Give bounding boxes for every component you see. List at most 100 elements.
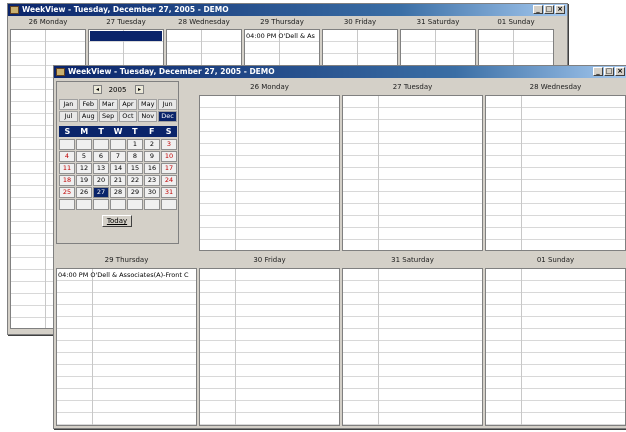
front-day-pane[interactable]: 04:00 PM O'Dell & Associates(A)-Front C	[56, 268, 197, 426]
front-day-pane[interactable]	[199, 268, 340, 426]
month-cell[interactable]: Mar	[98, 99, 118, 110]
back-title-bar[interactable]: WeekView - Tuesday, December 27, 2005 - …	[8, 4, 567, 16]
weekday-label: S	[64, 127, 71, 136]
month-cell[interactable]: Jul	[59, 111, 78, 122]
front-day-pane[interactable]	[342, 268, 483, 426]
weekday-label: T	[132, 127, 138, 136]
calendar-year: 2005	[108, 86, 127, 94]
today-button[interactable]: Today	[102, 215, 132, 227]
day-cell[interactable]: 26	[76, 187, 92, 198]
front-day-header: 27 Tuesday	[342, 82, 483, 93]
close-button[interactable]: ×	[615, 67, 625, 76]
day-cell[interactable]: 12	[76, 163, 92, 174]
empty-day-cell	[110, 199, 126, 210]
month-cell[interactable]: Feb	[78, 99, 98, 110]
minimize-button[interactable]: _	[533, 5, 543, 14]
month-cell[interactable]: Apr	[118, 99, 138, 110]
day-cell[interactable]: 18	[59, 175, 75, 186]
time-column	[57, 269, 93, 425]
day-cell[interactable]: 15	[127, 163, 143, 174]
front-day-header: 26 Monday	[199, 82, 340, 93]
day-cell[interactable]: 14	[110, 163, 126, 174]
day-cell[interactable]: 19	[76, 175, 92, 186]
day-cell[interactable]: 25	[59, 187, 75, 198]
day-cell[interactable]: 1	[127, 139, 143, 150]
front-day-header: 01 Sunday	[485, 255, 626, 266]
day-cell[interactable]: 5	[76, 151, 92, 162]
front-day-pane[interactable]	[485, 95, 626, 251]
day-cell[interactable]: 16	[144, 163, 160, 174]
day-cell[interactable]: 28	[110, 187, 126, 198]
day-cell[interactable]: 6	[93, 151, 109, 162]
month-cell[interactable]: Dec	[158, 111, 177, 122]
weekday-label: W	[113, 127, 123, 136]
appointment-event[interactable]: 04:00 PM O'Dell & As	[246, 32, 318, 41]
back-day-header: 29 Thursday	[244, 17, 320, 28]
maximize-button[interactable]: □	[544, 5, 554, 14]
month-cell[interactable]: Jan	[59, 99, 78, 110]
appointment-event[interactable]: 04:00 PM O'Dell & Associates(A)-Front C	[58, 271, 196, 280]
day-cell[interactable]: 29	[127, 187, 143, 198]
day-cell[interactable]: 22	[127, 175, 143, 186]
front-title-bar[interactable]: WeekView - Tuesday, December 27, 2005 - …	[54, 66, 626, 78]
day-cell[interactable]: 2	[144, 139, 160, 150]
month-cell[interactable]: Nov	[138, 111, 158, 122]
front-day-pane[interactable]	[342, 95, 483, 251]
next-year-arrow-icon[interactable]: ▸	[135, 85, 144, 94]
time-column	[11, 30, 46, 328]
day-cell[interactable]: 4	[59, 151, 75, 162]
day-cell[interactable]: 27	[93, 187, 109, 198]
weekday-label: S	[165, 127, 172, 136]
time-column	[200, 269, 236, 425]
month-cell[interactable]: Oct	[118, 111, 138, 122]
time-column	[343, 96, 379, 250]
time-column	[200, 96, 236, 250]
front-day-header: 28 Wednesday	[485, 82, 626, 93]
day-cell[interactable]: 24	[161, 175, 177, 186]
back-day-header: 31 Saturday	[400, 17, 476, 28]
day-cell[interactable]: 23	[144, 175, 160, 186]
month-cell[interactable]: Sep	[98, 111, 118, 122]
day-cell[interactable]: 31	[161, 187, 177, 198]
front-day-pane[interactable]	[199, 95, 340, 251]
back-day-header: 30 Friday	[322, 17, 398, 28]
weekday-label: F	[148, 127, 155, 136]
month-grid: Jan Feb Mar Apr May Jun Jul Aug Sep Oct Nov Dec	[59, 99, 177, 122]
day-cell[interactable]: 3	[161, 139, 177, 150]
day-cell[interactable]: 30	[144, 187, 160, 198]
front-day-pane[interactable]	[485, 268, 626, 426]
selected-day-block[interactable]	[90, 31, 162, 41]
empty-day-cell	[144, 199, 160, 210]
front-window-title: WeekView - Tuesday, December 27, 2005 - …	[68, 67, 275, 76]
day-cell[interactable]: 13	[93, 163, 109, 174]
day-cell[interactable]: 9	[144, 151, 160, 162]
month-cell[interactable]: Aug	[78, 111, 98, 122]
weekday-header: SMTWTFS	[59, 126, 177, 137]
mini-calendar: ◂ 2005 ▸ Jan Feb Mar Apr May Jun Jul Aug Sep Oct N…	[56, 81, 179, 244]
maximize-button[interactable]: □	[604, 67, 614, 76]
empty-day-cell	[76, 199, 92, 210]
time-column	[486, 269, 522, 425]
front-day-header: 30 Friday	[199, 255, 340, 266]
back-day-header: 27 Tuesday	[88, 17, 164, 28]
day-cell[interactable]: 17	[161, 163, 177, 174]
month-cell[interactable]: May	[138, 99, 158, 110]
day-cell[interactable]: 11	[59, 163, 75, 174]
day-cell[interactable]: 20	[93, 175, 109, 186]
back-window-title: WeekView - Tuesday, December 27, 2005 - …	[22, 5, 229, 14]
empty-day-cell	[93, 199, 109, 210]
back-day-header: 01 Sunday	[478, 17, 554, 28]
day-cell[interactable]: 8	[127, 151, 143, 162]
front-day-header: 29 Thursday	[56, 255, 197, 266]
day-cell[interactable]: 10	[161, 151, 177, 162]
day-cell[interactable]: 21	[110, 175, 126, 186]
day-grid: 1 2 3 4 5 6 7 8 9 10 11 12 13 14 15 16 17 18 19 20 21 22 23 24 2…	[59, 139, 177, 210]
app-icon	[10, 6, 19, 14]
empty-day-cell	[59, 139, 75, 150]
minimize-button[interactable]: _	[593, 67, 603, 76]
close-button[interactable]: ×	[555, 5, 565, 14]
front-weekview-window[interactable]: WeekView - Tuesday, December 27, 2005 - …	[53, 65, 626, 429]
time-column	[343, 269, 379, 425]
day-cell[interactable]: 7	[110, 151, 126, 162]
month-cell[interactable]: Jun	[158, 99, 177, 110]
